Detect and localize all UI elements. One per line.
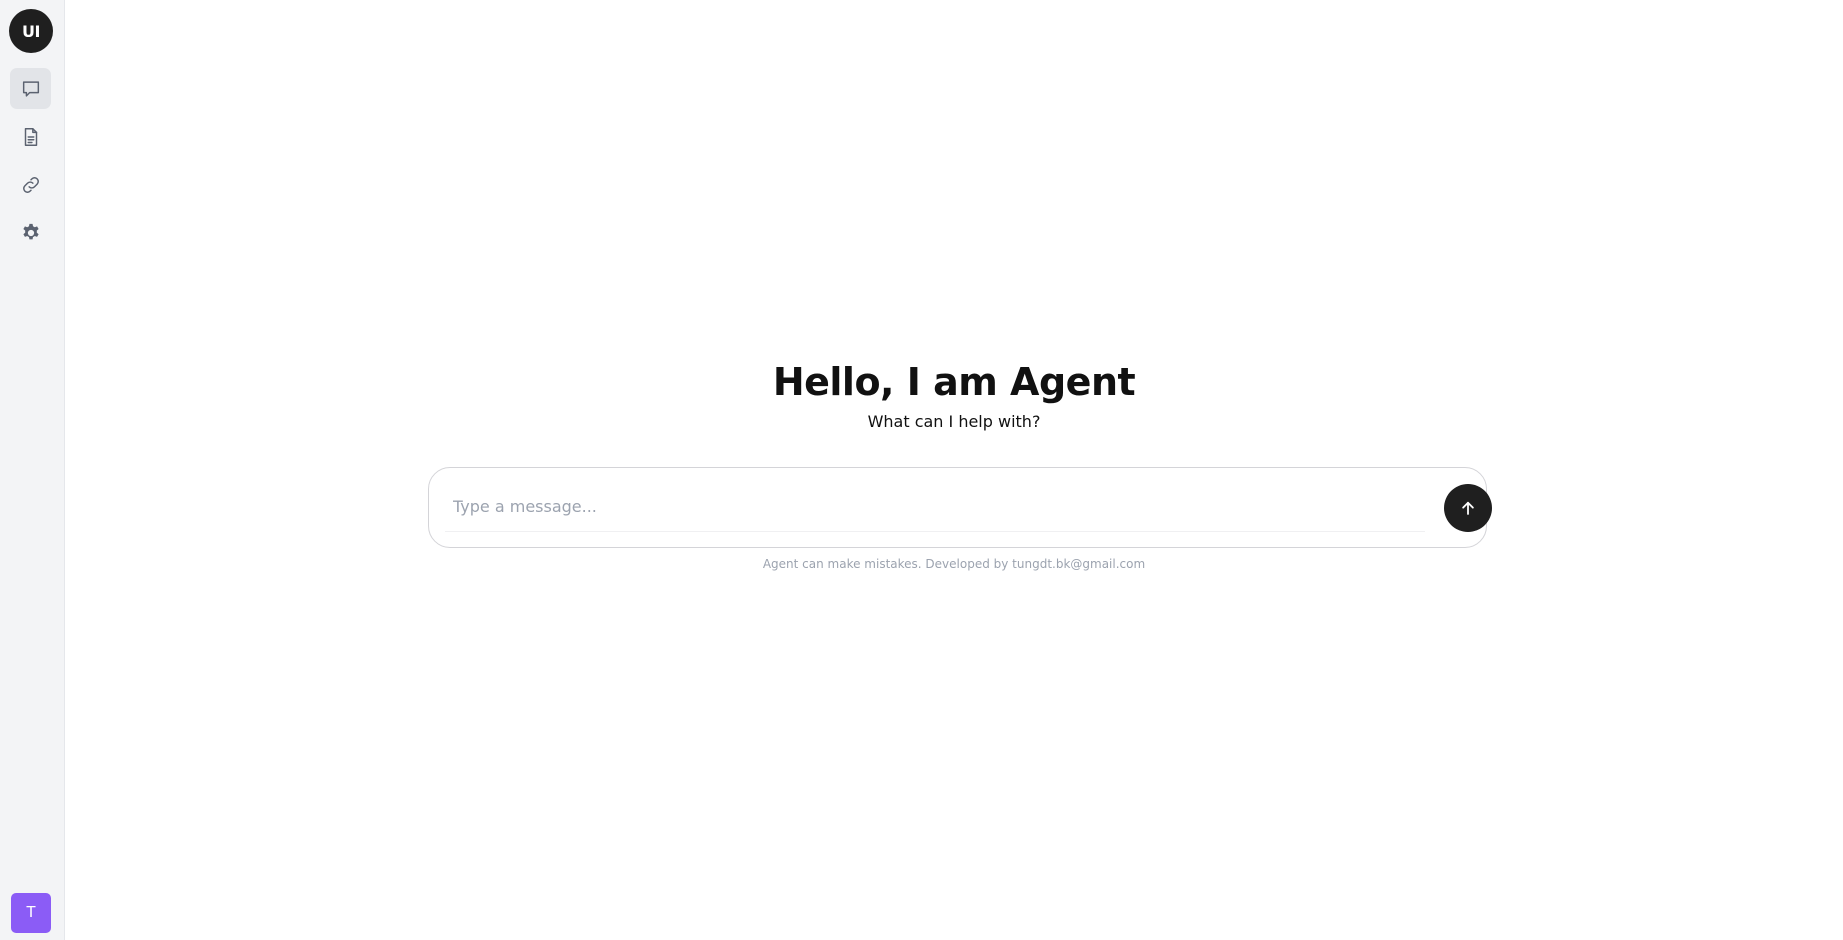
link-icon — [20, 174, 42, 196]
gear-icon — [20, 222, 42, 244]
sidebar: UI T — [0, 0, 65, 940]
disclaimer-text: Agent can make mistakes. Developed by tu… — [762, 557, 1146, 571]
sidebar-item-settings[interactable] — [10, 212, 51, 253]
app-root: UI T Hello, I am Agent What can I help w… — [0, 0, 1843, 940]
main-content: Hello, I am Agent What can I help with? … — [65, 0, 1843, 940]
send-button[interactable] — [1444, 484, 1492, 532]
page-subtitle: What can I help with? — [867, 412, 1041, 431]
sidebar-item-links[interactable] — [10, 164, 51, 205]
message-composer — [428, 467, 1492, 548]
sidebar-item-chat[interactable] — [10, 68, 51, 109]
user-avatar[interactable]: T — [11, 893, 51, 933]
chat-bubble-icon — [20, 78, 42, 100]
arrow-up-icon — [1459, 499, 1477, 517]
app-logo[interactable]: UI — [9, 9, 53, 53]
page-title: Hello, I am Agent — [772, 360, 1136, 404]
sidebar-item-documents[interactable] — [10, 116, 51, 157]
message-input[interactable] — [445, 482, 1425, 532]
document-icon — [20, 126, 42, 148]
